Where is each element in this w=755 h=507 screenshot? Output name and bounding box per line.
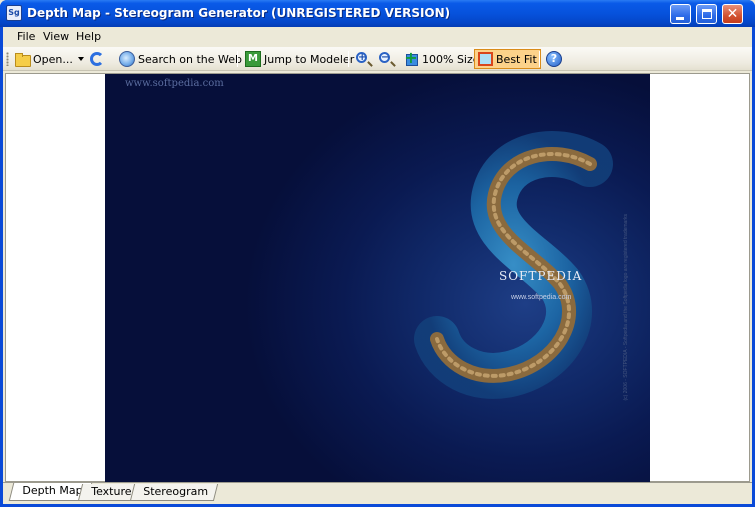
jump-to-modeler-label: Jump to Modeler (264, 52, 355, 66)
best-fit-icon (478, 52, 493, 66)
title-bar[interactable]: Sg Depth Map - Stereogram Generator (UNR… (0, 0, 755, 27)
app-icon[interactable]: Sg (6, 5, 22, 21)
toolbar-separator (237, 51, 238, 67)
maximize-button[interactable] (696, 4, 717, 24)
toolbar-separator (539, 51, 540, 67)
dropdown-arrow-icon[interactable] (77, 57, 84, 61)
toolbar-separator (348, 51, 349, 67)
help-icon: ? (546, 51, 562, 67)
image-viewport[interactable]: www.softpedia.com SOFTPEDIA www.softpedi (5, 73, 750, 482)
help-button[interactable]: ? (543, 49, 565, 69)
menu-view[interactable]: View (43, 30, 69, 43)
search-web-icon (119, 51, 135, 67)
modeler-icon: M (245, 51, 261, 67)
minimize-icon (676, 17, 684, 20)
picture-side-text: (c) 2006 - SOFTPEDIA - Softpedia and the… (623, 214, 629, 401)
refresh-icon (90, 52, 104, 66)
actual-size-button[interactable]: 100% Size (400, 49, 483, 69)
open-button[interactable]: Open... (11, 49, 87, 69)
picture-subtitle: www.softpedia.com (511, 294, 572, 301)
toolbar: Open... Search on the Web M Jump to Mode… (3, 47, 752, 71)
actual-size-icon (403, 49, 419, 67)
jump-to-modeler-button[interactable]: M Jump to Modeler (242, 49, 357, 69)
window-title: Depth Map - Stereogram Generator (UNREGI… (27, 6, 451, 20)
app-window: Sg Depth Map - Stereogram Generator (UNR… (0, 0, 755, 507)
refresh-button[interactable] (86, 49, 108, 69)
minimize-button[interactable] (670, 4, 691, 24)
close-icon: ✕ (726, 6, 739, 22)
menu-file[interactable]: File (17, 30, 35, 43)
client-area: File View Help Open... Search on the Web… (3, 27, 752, 504)
search-web-label: Search on the Web (138, 52, 243, 66)
actual-size-label: 100% Size (422, 52, 480, 66)
zoom-out-icon: − (379, 52, 390, 63)
menu-bar: File View Help (3, 27, 752, 46)
close-button[interactable]: ✕ (722, 4, 743, 24)
toolbar-grip[interactable] (6, 52, 9, 66)
depth-map-image: www.softpedia.com SOFTPEDIA www.softpedi (105, 74, 650, 482)
zoom-in-icon: + (356, 52, 367, 63)
best-fit-button[interactable]: Best Fit (474, 49, 541, 69)
best-fit-label: Best Fit (496, 52, 537, 66)
maximize-icon (702, 9, 712, 19)
open-label: Open... (33, 52, 73, 66)
watermark-text: www.softpedia.com (125, 78, 224, 89)
zoom-in-button[interactable]: + (353, 49, 373, 69)
menu-help[interactable]: Help (76, 30, 101, 43)
folder-icon (14, 51, 31, 67)
tab-strip: Depth Map Texture Stereogram (3, 482, 752, 502)
tab-stereogram[interactable]: Stereogram (129, 484, 218, 501)
picture-title: SOFTPEDIA (499, 269, 583, 283)
zoom-out-button[interactable]: − (376, 49, 396, 69)
search-web-button[interactable]: Search on the Web (116, 49, 245, 69)
